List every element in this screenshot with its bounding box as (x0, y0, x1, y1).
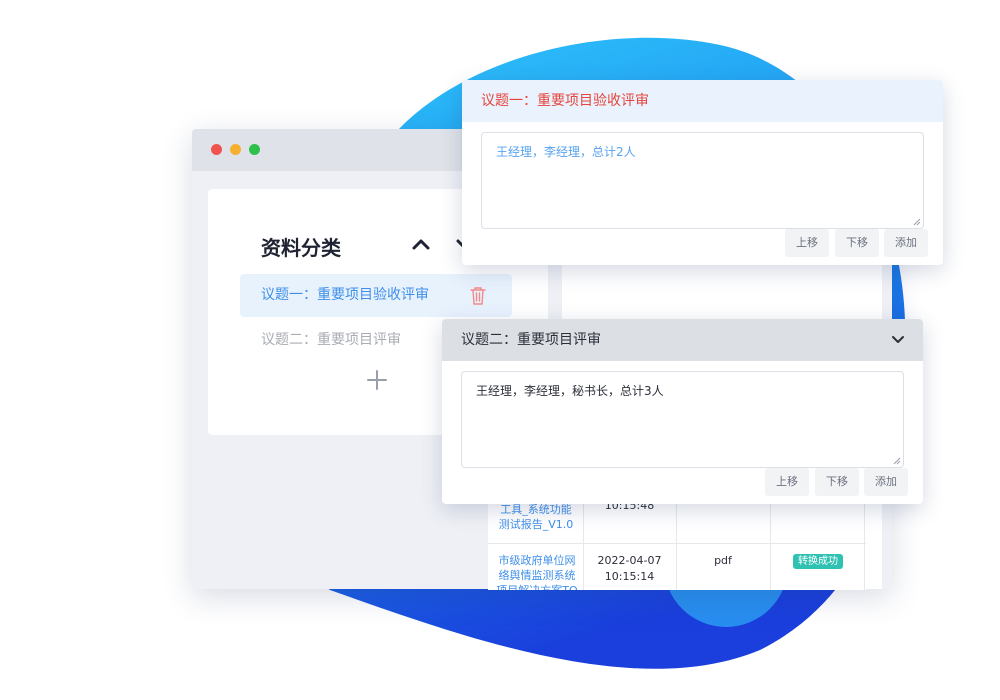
category-title: 资料分类 (261, 236, 341, 260)
status-badge: 转换成功 (793, 554, 843, 569)
file-type: pdf (714, 554, 732, 567)
category-item-label: 议题一：重要项目验收评审 (261, 287, 429, 303)
topic-card-2: 议题二：重要项目评审 王经理，李经理，秘书长，总计3人 上移 下移 添加 (442, 319, 923, 504)
move-down-button[interactable]: 下移 (835, 229, 879, 257)
category-item-label: 议题二：重要项目评审 (261, 332, 401, 348)
resize-handle-icon[interactable] (913, 218, 921, 226)
resize-handle-icon[interactable] (893, 457, 901, 465)
card-header[interactable]: 议题二：重要项目评审 (442, 319, 923, 361)
add-icon[interactable] (366, 369, 388, 391)
move-down-button[interactable]: 下移 (815, 468, 859, 496)
close-window-button[interactable] (211, 144, 222, 155)
participants-textarea[interactable]: 王经理，李经理，总计2人 (481, 132, 924, 229)
minimize-window-button[interactable] (230, 144, 241, 155)
move-up-button[interactable]: 上移 (765, 468, 809, 496)
file-date: 2022-04-07 (597, 554, 662, 567)
chevron-down-icon[interactable] (891, 334, 905, 346)
maximize-window-button[interactable] (249, 144, 260, 155)
topic-card-1: 议题一：重要项目验收评审 王经理，李经理，总计2人 上移 下移 添加 (462, 80, 943, 265)
move-up-button[interactable]: 上移 (785, 229, 829, 257)
textarea-value: 王经理，李经理，总计2人 (496, 145, 636, 159)
file-time: 10:15:14 (604, 570, 655, 583)
participants-textarea[interactable]: 王经理，李经理，秘书长，总计3人 (461, 371, 904, 468)
category-item-topic-1[interactable]: 议题一：重要项目验收评审 (240, 274, 512, 317)
card-header[interactable]: 议题一：重要项目验收评审 (462, 80, 943, 122)
table-row-divider (488, 543, 866, 544)
add-button[interactable]: 添加 (864, 468, 908, 496)
textarea-value: 王经理，李经理，秘书长，总计3人 (476, 384, 664, 398)
file-name-link[interactable]: 市级政府单位网络舆情监测系统项目解决方案TO深圳 (494, 553, 580, 590)
chevron-up-icon[interactable] (409, 232, 433, 256)
card-title: 议题一：重要项目验收评审 (481, 93, 649, 109)
add-button[interactable]: 添加 (884, 229, 928, 257)
trash-icon[interactable] (469, 286, 487, 306)
file-name-link[interactable]: 工具_系统功能测试报告_V1.0 (496, 502, 576, 532)
card-title: 议题二：重要项目评审 (461, 332, 601, 348)
